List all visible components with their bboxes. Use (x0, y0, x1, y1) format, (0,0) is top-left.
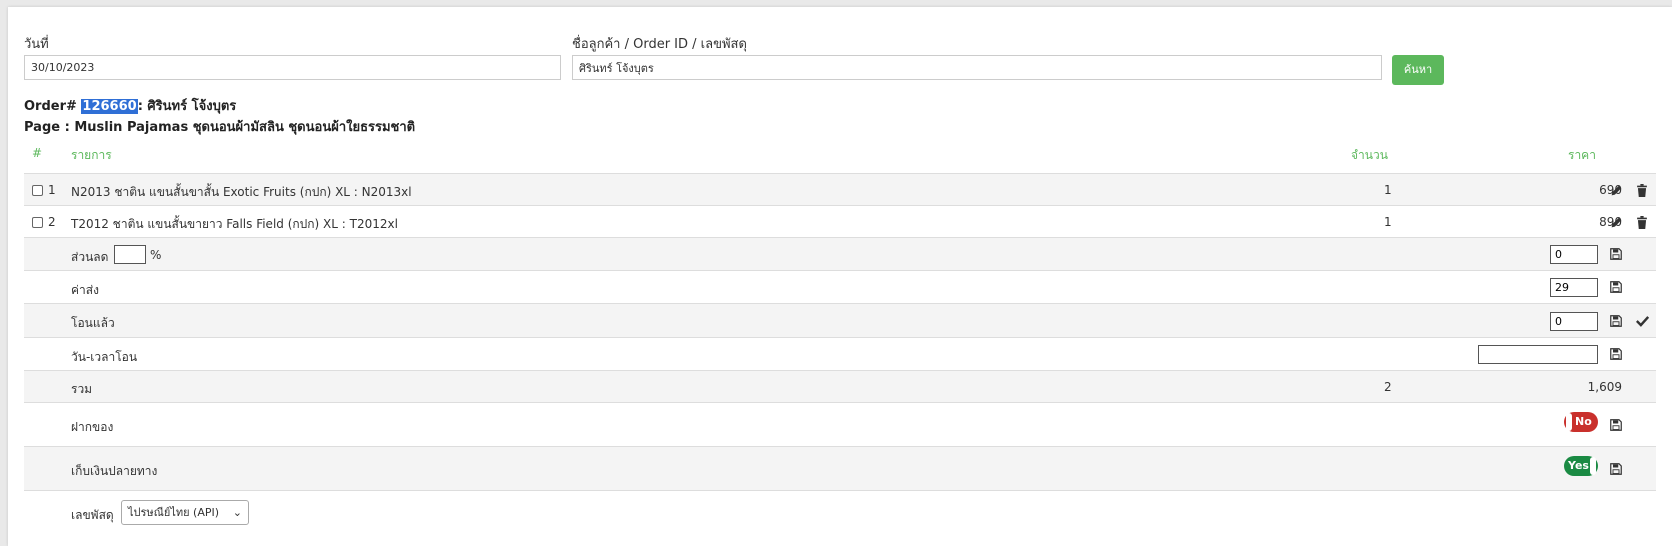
save-floppy-icon[interactable] (1608, 417, 1624, 433)
toggle-knob (1590, 457, 1596, 475)
discount-amount-input[interactable] (1550, 245, 1598, 264)
item-name: T2012 ชาติน แขนสั้นขายาว Falls Field (กป… (71, 217, 398, 231)
shipping-row: ค่าส่ง (24, 270, 1656, 304)
cod-toggle[interactable]: Yes (1564, 456, 1598, 476)
search-button[interactable]: ค้นหา (1392, 55, 1444, 85)
transfer-time-row: วัน-เวลาโอน (24, 337, 1656, 371)
header-qty: จำนวน (1351, 148, 1388, 162)
customer-search-input[interactable] (572, 55, 1382, 80)
total-label: รวม (71, 382, 93, 396)
discount-label: ส่วนลด (71, 250, 109, 264)
paid-input[interactable] (1550, 312, 1598, 331)
save-floppy-icon[interactable] (1608, 461, 1624, 477)
tracking-carrier-select[interactable]: ไปรษณีย์ไทย (API) ⌄ (121, 500, 249, 525)
delete-trash-icon[interactable] (1634, 182, 1650, 198)
discount-percent-input[interactable] (114, 245, 146, 264)
chevron-down-icon: ⌄ (232, 506, 242, 519)
date-input[interactable] (24, 55, 561, 80)
tracking-carrier-value: ไปรษณีย์ไทย (API) (128, 506, 220, 519)
item-qty: 1 (1384, 215, 1392, 229)
tracking-label: เลขพัสดุ (71, 508, 114, 522)
item-num: 1 (48, 183, 56, 197)
total-qty: 2 (1384, 380, 1392, 394)
cod-row: เก็บเงินปลายทาง Yes (24, 446, 1656, 491)
item-name: N2013 ชาติน แขนสั้นขาสั้น Exotic Fruits … (71, 185, 412, 199)
discount-row: ส่วนลด % (24, 237, 1656, 271)
shipping-label: ค่าส่ง (71, 283, 99, 297)
order-prefix: Order# (24, 99, 77, 114)
order-title: Order# 126660: ศิรินทร์ โจ้งบุตร (24, 95, 236, 116)
shipping-input[interactable] (1550, 278, 1598, 297)
save-floppy-icon[interactable] (1608, 346, 1624, 362)
gift-toggle-text: No (1575, 415, 1592, 428)
percent-sign: % (150, 248, 162, 262)
header-num: # (32, 146, 43, 160)
save-floppy-icon[interactable] (1608, 246, 1624, 262)
header-item: รายการ (71, 148, 112, 162)
item-checkbox[interactable] (32, 217, 43, 228)
customer-search-label: ชื่อลูกค้า / Order ID / เลขพัสดุ (572, 37, 747, 52)
edit-pencil-icon[interactable] (1608, 182, 1624, 198)
delete-trash-icon[interactable] (1634, 214, 1650, 230)
cod-label: เก็บเงินปลายทาง (71, 464, 158, 478)
order-page-line: Page : Muslin Pajamas ชุดนอนผ้ามัสลิน ชุ… (24, 120, 416, 135)
item-num: 2 (48, 215, 56, 229)
table-row: 2 T2012 ชาติน แขนสั้นขายาว Falls Field (… (24, 205, 1656, 238)
save-floppy-icon[interactable] (1608, 279, 1624, 295)
header-price: ราคา (1568, 148, 1596, 162)
gift-row: ฝากของ No (24, 402, 1656, 447)
table-row: 1 N2013 ชาติน แขนสั้นขาสั้น Exotic Fruit… (24, 173, 1656, 206)
paid-row: โอนแล้ว (24, 303, 1656, 338)
edit-pencil-icon[interactable] (1608, 214, 1624, 230)
confirm-check-icon[interactable] (1634, 313, 1650, 329)
cod-toggle-text: Yes (1568, 459, 1589, 472)
save-floppy-icon[interactable] (1608, 313, 1624, 329)
order-id: 126660 (81, 99, 138, 114)
item-checkbox[interactable] (32, 185, 43, 196)
gift-toggle[interactable]: No (1564, 412, 1598, 432)
tracking-row: เลขพัสดุ ไปรษณีย์ไทย (API) ⌄ (24, 490, 1656, 535)
total-row: รวม 2 1,609 (24, 370, 1656, 403)
order-customer-name: : ศิรินทร์ โจ้งบุตร (137, 99, 237, 114)
total-price: 1,609 (1587, 380, 1622, 394)
paid-label: โอนแล้ว (71, 316, 115, 330)
gift-label: ฝากของ (71, 420, 114, 434)
item-qty: 1 (1384, 183, 1392, 197)
date-label: วันที่ (24, 37, 49, 52)
transfer-time-input[interactable] (1478, 345, 1598, 364)
transfer-time-label: วัน-เวลาโอน (71, 350, 138, 364)
toggle-knob (1566, 413, 1572, 431)
